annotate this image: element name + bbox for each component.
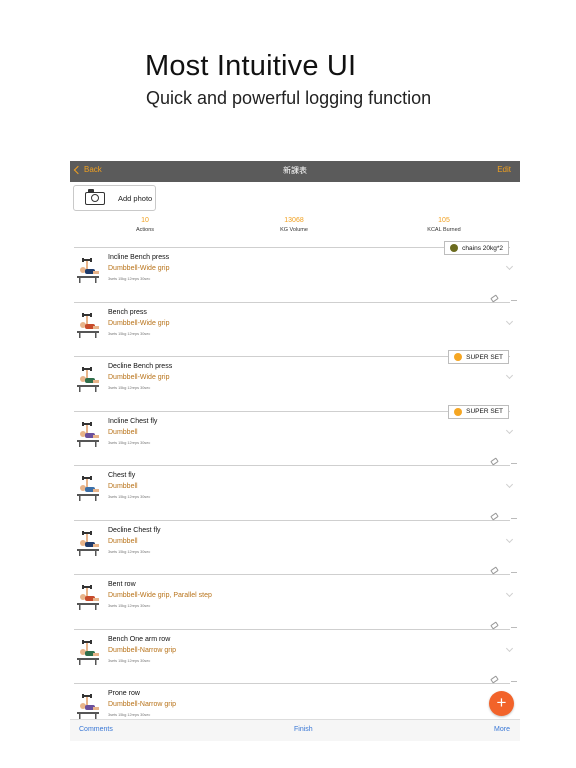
bottom-toolbar: Comments Finish More [70, 719, 520, 741]
exercise-thumbnail-icon [74, 583, 104, 613]
drag-handle[interactable] [511, 681, 517, 682]
tag-text: SUPER SET [466, 353, 503, 361]
exercise-row[interactable]: Bench press Dumbbell-Wide grip 3sets 15kg … [70, 293, 520, 356]
exercise-equipment: Dumbbell [108, 428, 138, 436]
exercise-equipment: Dumbbell-Wide grip [108, 374, 170, 381]
exercise-row[interactable]: chains 20kg*2 Incline Bench press Dumbbell… [70, 241, 520, 301]
exercise-thumbnail-icon [74, 365, 104, 395]
stat-label: KG Volume [280, 227, 308, 233]
exercise-set-summary: 3sets 15kg 12reps 30sec [108, 386, 151, 390]
stat-value: 105 [438, 217, 450, 224]
row-divider [74, 628, 510, 630]
exercise-row[interactable]: Bent row Dumbbell-Wide grip, Parallel ste… [70, 566, 520, 628]
exercise-set-summary: 3sets 15kg 12reps 30sec [108, 604, 151, 608]
row-divider [74, 683, 510, 684]
exercise-row[interactable]: SUPER SET Decline Bench press Dumbbell-Wid… [70, 350, 520, 410]
row-tag-badge[interactable]: SUPER SET [448, 350, 509, 364]
exercise-equipment: Dumbbell-Narrow grip [108, 701, 177, 708]
chevron-down-icon[interactable] [505, 371, 514, 380]
exercise-thumbnail-icon [74, 311, 104, 341]
finish-button[interactable]: Finish [294, 726, 313, 733]
drag-handle[interactable] [511, 463, 517, 464]
exercise-name: Prone row [108, 690, 140, 697]
stat-volume: 13068 KG Volume [244, 217, 344, 233]
exercise-set-summary: 3sets 15kg 12reps 30sec [108, 549, 151, 554]
row-divider [74, 574, 510, 575]
hero-title: Most Intuitive UI [145, 50, 357, 82]
tag-dot-icon [450, 244, 459, 252]
exercise-name: Chest fly [108, 472, 136, 479]
drag-handle[interactable] [511, 299, 517, 301]
stat-actions: 10 Actions [95, 217, 195, 233]
page-title: 新課表 [283, 166, 307, 175]
exercise-thumbnail-icon [74, 256, 104, 286]
row-tag-badge[interactable]: SUPER SET [448, 404, 509, 419]
exercise-equipment: Dumbbell [108, 537, 138, 545]
exercise-thumbnail-icon [74, 529, 104, 559]
exercise-thumbnail-icon [74, 474, 104, 504]
chevron-down-icon[interactable] [505, 589, 514, 598]
exercise-name: Incline Chest fly [108, 417, 158, 425]
drag-handle[interactable] [511, 517, 517, 519]
stat-label: Actions [135, 227, 155, 233]
chevron-down-icon[interactable] [505, 317, 514, 325]
exercise-equipment: Dumbbell-Narrow grip [108, 646, 177, 654]
add-photo-label: Add photo [118, 193, 153, 203]
comments-button[interactable]: Comments [79, 726, 113, 733]
exercise-thumbnail-icon [74, 692, 104, 722]
exercise-name: Bench One arm row [108, 635, 171, 643]
exercise-set-summary: 3sets 15kg 12reps 30sec [108, 331, 151, 336]
tag-dot-icon [454, 353, 463, 361]
exercise-set-summary: 3sets 15kg 12reps 30sec [108, 713, 151, 717]
exercise-row[interactable]: Bench One arm row Dumbbell-Narrow grip 3se… [70, 620, 520, 683]
tag-text: SUPER SET [466, 408, 503, 415]
nav-bar: Back 新課表 Edit [70, 161, 520, 182]
hero-subtitle: Quick and powerful logging function [146, 88, 432, 108]
row-tag-badge[interactable]: chains 20kg*2 [444, 241, 509, 255]
edit-button[interactable]: Edit [497, 165, 511, 174]
exercise-set-summary: 3sets 15kg 12reps 30sec [108, 277, 151, 281]
exercise-name: Bench press [108, 308, 147, 316]
drag-handle[interactable] [511, 626, 517, 628]
camera-icon [85, 188, 105, 205]
chevron-down-icon[interactable] [505, 426, 514, 434]
exercise-name: Decline Bench press [108, 363, 173, 370]
add-exercise-button[interactable]: + [489, 691, 514, 716]
tag-dot-icon [454, 407, 463, 416]
row-divider [74, 410, 510, 412]
exercise-equipment: Dumbbell-Wide grip [108, 265, 170, 272]
chevron-down-icon[interactable] [505, 480, 514, 489]
exercise-name: Bent row [108, 581, 136, 588]
row-divider [74, 519, 510, 521]
chevron-down-icon[interactable] [505, 262, 514, 271]
exercise-set-summary: 3sets 15kg 12reps 30sec [108, 495, 151, 499]
exercise-thumbnail-icon [74, 420, 104, 450]
exercise-equipment: Dumbbell-Wide grip, Parallel step [108, 592, 212, 599]
exercise-thumbnail-icon [74, 638, 104, 668]
stat-value: 10 [141, 217, 149, 224]
row-divider [74, 465, 510, 466]
exercise-row[interactable]: SUPER SET Incline Chest fly Dumbbell 3sets … [70, 404, 520, 465]
exercise-equipment: Dumbbell [108, 483, 138, 490]
exercise-set-summary: 3sets 15kg 12reps 30sec [108, 658, 151, 663]
stat-kcal: 105 KCAL Burned [394, 217, 494, 233]
row-divider [74, 301, 510, 303]
row-divider [74, 356, 510, 357]
tag-text: chains 20kg*2 [462, 244, 503, 252]
exercise-row[interactable]: Chest fly Dumbbell 3sets 15kg 12reps 30sec [70, 457, 520, 519]
drag-handle[interactable] [511, 572, 517, 573]
exercise-set-summary: 3sets 15kg 12reps 30sec [108, 440, 151, 445]
chevron-down-icon[interactable] [505, 535, 514, 543]
more-button[interactable]: More [494, 726, 510, 733]
exercise-equipment: Dumbbell-Wide grip [108, 319, 170, 327]
stat-label: KCAL Burned [427, 227, 461, 233]
app-screen: Back 新課表 Edit Add photo 10 Actions 13068… [70, 161, 520, 741]
exercise-name: Incline Bench press [108, 254, 170, 261]
chevron-down-icon[interactable] [505, 644, 514, 652]
stat-value: 13068 [284, 217, 304, 224]
add-photo-button[interactable]: Add photo [73, 185, 156, 211]
exercise-row[interactable]: Decline Chest fly Dumbbell 3sets 15kg 12re… [70, 511, 520, 574]
exercise-name: Decline Chest fly [108, 526, 161, 534]
